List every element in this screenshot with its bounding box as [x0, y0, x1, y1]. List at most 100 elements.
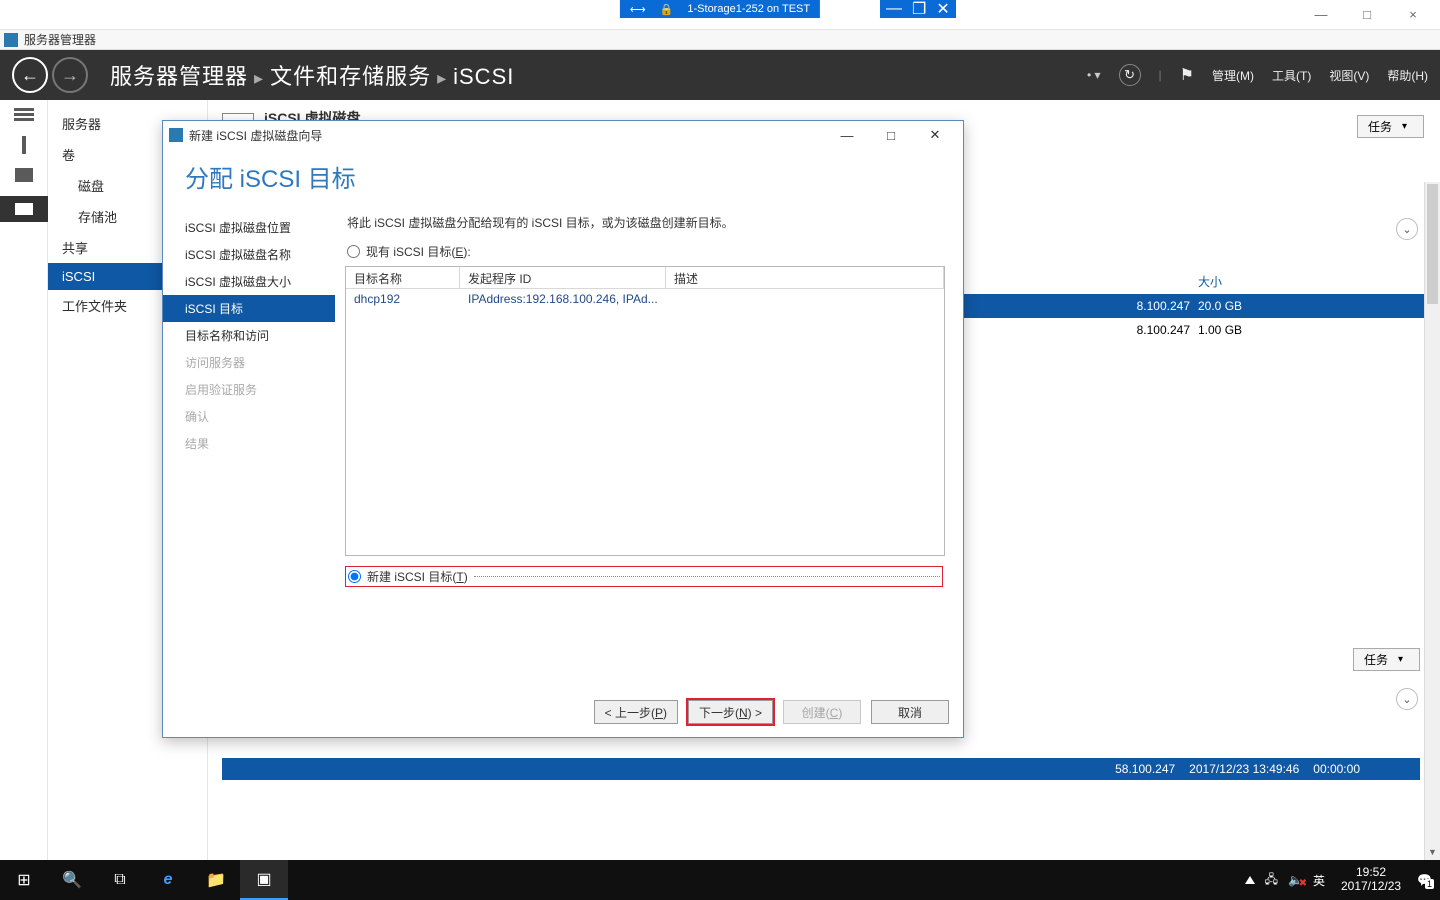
session-minimize-button[interactable]: — [886, 0, 902, 18]
vertical-scrollbar[interactable]: ▲ ▼ [1424, 182, 1440, 860]
radio-new-input[interactable] [348, 570, 361, 583]
crumb-sep-icon: ▸ [437, 68, 447, 89]
cancel-button[interactable]: 取消 [871, 700, 949, 724]
host-minimize-button[interactable]: — [1298, 0, 1344, 30]
cell-target-name: dhcp192 [346, 289, 460, 311]
col-target-name[interactable]: 目标名称 [346, 267, 460, 288]
nav-back-button[interactable]: ← [12, 57, 48, 93]
dotted-fill [474, 576, 940, 577]
wizard-steps: iSCSI 虚拟磁盘位置 iSCSI 虚拟磁盘名称 iSCSI 虚拟磁盘大小 i… [163, 210, 335, 693]
app-icon [4, 33, 18, 47]
scroll-down-icon[interactable]: ▼ [1425, 844, 1440, 860]
step-auth: 启用验证服务 [163, 376, 335, 403]
step-server: 访问服务器 [163, 349, 335, 376]
radio-new-target[interactable]: 新建 iSCSI 目标(T) [345, 566, 943, 587]
panel-collapse-icon[interactable]: ⌄ [1396, 218, 1418, 240]
lock-icon: 🔒 [660, 3, 674, 16]
step-access[interactable]: 目标名称和访问 [163, 322, 335, 349]
pin-icon[interactable]: ⟷ [630, 3, 646, 16]
col-description[interactable]: 描述 [666, 267, 944, 288]
tray-overflow-icon[interactable] [1245, 876, 1255, 884]
crumb-files[interactable]: 文件和存储服务 [270, 59, 431, 91]
rail-volumes-icon[interactable] [22, 136, 26, 154]
system-tray: 🖧 🔈✖ 英 19:52 2017/12/23 💬 [1237, 866, 1440, 894]
remote-session-controls: — ❐ ✕ [880, 0, 956, 18]
step-confirm: 确认 [163, 403, 335, 430]
cell-initiator-id: IPAddress:192.168.100.246, IPAd... [460, 289, 666, 311]
clock-time: 19:52 [1341, 866, 1401, 880]
dialog-heading: 分配 iSCSI 目标 [163, 149, 963, 210]
radio-existing-target[interactable]: 现有 iSCSI 目标(E): [345, 239, 945, 266]
step-location[interactable]: iSCSI 虚拟磁盘位置 [163, 214, 335, 241]
step-size[interactable]: iSCSI 虚拟磁盘大小 [163, 268, 335, 295]
tasks-dropdown-lower[interactable]: 任务 [1353, 648, 1420, 671]
step-target[interactable]: iSCSI 目标 [163, 295, 335, 322]
session-restore-button[interactable]: ❐ [912, 0, 926, 19]
session-close-button[interactable]: ✕ [936, 0, 949, 19]
crumb-iscsi[interactable]: iSCSI [453, 64, 514, 90]
server-manager-task-button[interactable]: ▣ [240, 860, 288, 900]
panel-collapse-icon[interactable]: ⌄ [1396, 688, 1418, 710]
window-title: 服务器管理器 [24, 31, 96, 48]
tasks-dropdown[interactable]: 任务 [1357, 115, 1424, 138]
remote-session-title: 1-Storage1-252 on TEST [687, 3, 810, 15]
rail-disks-icon[interactable] [15, 168, 33, 182]
window-titlebar[interactable]: 服务器管理器 [0, 30, 1440, 50]
next-button[interactable]: 下一步(N) > [688, 700, 773, 724]
search-button[interactable]: 🔍 [48, 860, 96, 900]
menu-manage[interactable]: 管理(M) [1212, 67, 1254, 84]
dialog-title: 新建 iSCSI 虚拟磁盘向导 [189, 127, 322, 144]
dialog-footer: < 上一步(P) 下一步(N) > 创建(C) 取消 [163, 693, 963, 737]
intro-text: 将此 iSCSI 虚拟磁盘分配给现有的 iSCSI 目标，或为该磁盘创建新目标。 [345, 210, 945, 239]
radio-existing-label: 现有 iSCSI 目标(E): [366, 243, 471, 260]
table-row[interactable]: 58.100.247 2017/12/23 13:49:46 00:00:00 [222, 758, 1420, 780]
dialog-titlebar[interactable]: 新建 iSCSI 虚拟磁盘向导 — □ ✕ [163, 121, 963, 149]
host-maximize-button[interactable]: □ [1344, 0, 1390, 30]
iscsi-wizard-dialog: 新建 iSCSI 虚拟磁盘向导 — □ ✕ 分配 iSCSI 目标 iSCSI … [162, 120, 964, 738]
dialog-content: 将此 iSCSI 虚拟磁盘分配给现有的 iSCSI 目标，或为该磁盘创建新目标。… [335, 210, 963, 693]
tray-volume-icon[interactable]: 🔈✖ [1288, 873, 1303, 887]
cell-description [666, 289, 944, 311]
dialog-maximize-button[interactable]: □ [869, 123, 913, 147]
host-close-button[interactable]: × [1390, 0, 1436, 30]
prev-button[interactable]: < 上一步(P) [594, 700, 678, 724]
rail-servers-icon[interactable] [14, 108, 34, 122]
breadcrumb: 服务器管理器 ▸ 文件和存储服务 ▸ iSCSI [110, 59, 514, 91]
explorer-button[interactable]: 📁 [192, 860, 240, 900]
col-size[interactable]: 大小 [1198, 273, 1272, 290]
col-initiator-id[interactable]: 发起程序 ID [460, 267, 666, 288]
menu-view[interactable]: 视图(V) [1329, 67, 1369, 84]
step-name[interactable]: iSCSI 虚拟磁盘名称 [163, 241, 335, 268]
nav-forward-button[interactable]: → [52, 57, 88, 93]
tray-network-icon[interactable]: 🖧 [1265, 870, 1278, 891]
targets-grid[interactable]: 目标名称 发起程序 ID 描述 dhcp192 IPAddress:192.16… [345, 266, 945, 556]
notifications-flag-icon[interactable]: ⚑ [1180, 65, 1194, 85]
dialog-close-button[interactable]: ✕ [913, 123, 957, 147]
crumb-root[interactable]: 服务器管理器 [110, 59, 248, 91]
radio-new-label: 新建 iSCSI 目标(T) [367, 568, 468, 585]
step-result: 结果 [163, 430, 335, 457]
notifications-button[interactable]: 💬 [1417, 873, 1432, 887]
menu-tools[interactable]: 工具(T) [1272, 67, 1311, 84]
mini-rail [0, 100, 48, 860]
dialog-minimize-button[interactable]: — [825, 123, 869, 147]
grid-header: 目标名称 发起程序 ID 描述 [346, 267, 944, 289]
taskbar[interactable]: ⊞ 🔍 ⧉ e 📁 ▣ 🖧 🔈✖ 英 19:52 2017/12/23 💬 [0, 860, 1440, 900]
rail-storage-icon[interactable] [0, 196, 48, 222]
header-actions: • ▾ ↻ | ⚑ 管理(M) 工具(T) 视图(V) 帮助(H) [1087, 64, 1428, 86]
start-button[interactable]: ⊞ [0, 860, 48, 900]
radio-existing-input[interactable] [347, 245, 360, 258]
taskbar-clock[interactable]: 19:52 2017/12/23 [1335, 866, 1407, 894]
clock-date: 2017/12/23 [1341, 880, 1401, 894]
ie-button[interactable]: e [144, 860, 192, 900]
refresh-icon[interactable]: ↻ [1119, 64, 1141, 86]
menu-help[interactable]: 帮助(H) [1387, 67, 1428, 84]
taskview-button[interactable]: ⧉ [96, 860, 144, 900]
scroll-thumb[interactable] [1427, 184, 1438, 304]
header-dropdown-icon[interactable]: • ▾ [1087, 68, 1101, 82]
grid-row[interactable]: dhcp192 IPAddress:192.168.100.246, IPAd.… [346, 289, 944, 311]
create-button: 创建(C) [783, 700, 861, 724]
header-bar: ← → 服务器管理器 ▸ 文件和存储服务 ▸ iSCSI • ▾ ↻ | ⚑ 管… [0, 50, 1440, 100]
tray-ime-icon[interactable]: 英 [1313, 872, 1325, 889]
remote-session-bar[interactable]: ⟷ 🔒 1-Storage1-252 on TEST [620, 0, 820, 18]
